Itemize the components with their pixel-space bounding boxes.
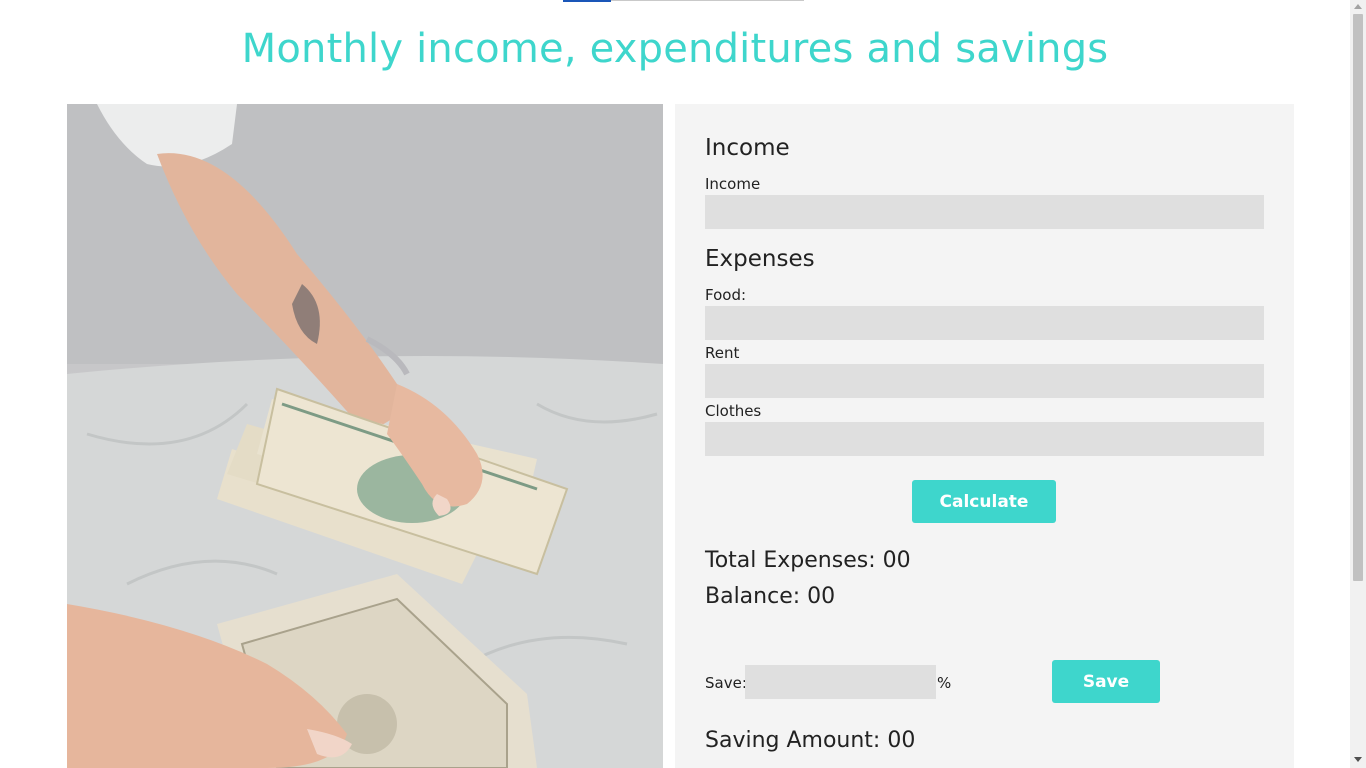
total-expenses-label: Total Expenses: xyxy=(705,548,883,573)
income-heading: Income xyxy=(705,135,790,161)
income-label: Income xyxy=(705,175,761,193)
save-percent-label: Save: xyxy=(705,674,747,692)
calculate-button[interactable]: Calculate xyxy=(912,480,1056,523)
rent-label: Rent xyxy=(705,344,740,362)
percent-sign: % xyxy=(937,674,952,692)
save-button[interactable]: Save xyxy=(1052,660,1160,703)
balance-text: Balance: 00 xyxy=(705,584,835,609)
page-title: Monthly income, expenditures and savings xyxy=(241,26,1109,72)
income-input[interactable] xyxy=(705,195,1264,229)
budget-form-panel: Income Income Expenses Food: Rent Clothe… xyxy=(675,104,1294,768)
expenses-heading: Expenses xyxy=(705,246,815,272)
clothes-label: Clothes xyxy=(705,402,762,420)
clothes-input[interactable] xyxy=(705,422,1264,456)
top-divider-line xyxy=(611,0,804,1)
total-expenses-text: Total Expenses: 00 xyxy=(705,548,911,573)
saving-amount-value: 00 xyxy=(887,728,916,753)
scroll-down-arrow-icon[interactable] xyxy=(1354,757,1362,762)
scrollbar-thumb[interactable] xyxy=(1353,14,1363,581)
save-percent-input[interactable] xyxy=(745,665,936,699)
saving-amount-label: Saving Amount: xyxy=(705,728,888,753)
page-scrollbar[interactable] xyxy=(1350,0,1366,768)
total-expenses-value: 00 xyxy=(882,548,911,573)
rent-input[interactable] xyxy=(705,364,1264,398)
top-highlight-line xyxy=(563,0,611,2)
balance-value: 00 xyxy=(807,584,836,609)
food-label: Food: xyxy=(705,286,747,304)
scroll-up-arrow-icon[interactable] xyxy=(1354,4,1362,9)
saving-amount-text: Saving Amount: 00 xyxy=(705,728,915,753)
food-input[interactable] xyxy=(705,306,1264,340)
money-photo xyxy=(67,104,663,768)
balance-label: Balance: xyxy=(705,584,808,609)
